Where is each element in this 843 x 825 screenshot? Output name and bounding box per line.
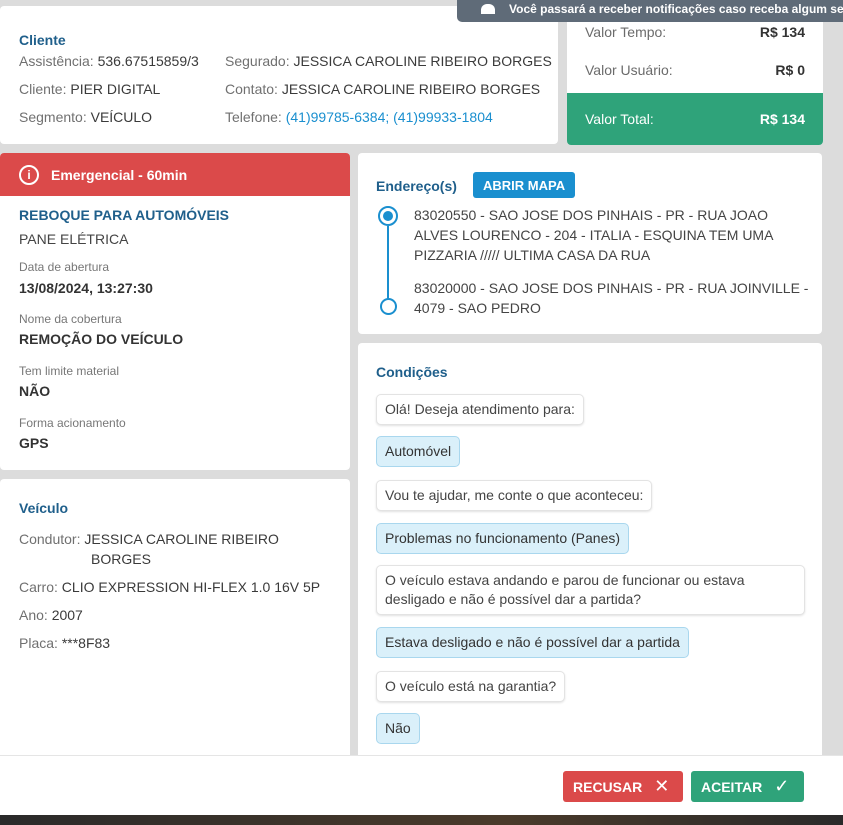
contato-value: JESSICA CAROLINE RIBEIRO BORGES bbox=[281, 81, 541, 97]
cobertura-label: Nome da cobertura bbox=[19, 312, 122, 326]
vehicle-title: Veículo bbox=[19, 500, 69, 516]
telefone-field: Telefone: (41)99785-6384; (41)99933-1804 bbox=[225, 109, 493, 125]
chat-question: O veículo está na garantia? bbox=[376, 671, 566, 702]
destination-address: 83020000 - SAO JOSE DOS PINHAIS - PR - R… bbox=[414, 280, 809, 316]
data-abertura-label: Data de abertura bbox=[19, 260, 110, 274]
limite-value: NÃO bbox=[19, 383, 51, 399]
check-icon: ✓ bbox=[774, 776, 790, 796]
chat-question: Vou te ajudar, me conte o que aconteceu: bbox=[376, 480, 653, 511]
condutor-value: JESSICA CAROLINE RIBEIRO bbox=[84, 531, 279, 547]
limite-label: Tem limite material bbox=[19, 364, 120, 378]
emergency-badge: i Emergencial - 60min bbox=[0, 153, 350, 196]
contato-field: Contato: JESSICA CAROLINE RIBEIRO BORGES bbox=[225, 81, 541, 97]
ano-field: Ano: 2007 bbox=[19, 607, 83, 623]
origin-marker-icon bbox=[378, 206, 398, 226]
service-problem: PANE ELÉTRICA bbox=[19, 231, 129, 247]
open-map-button[interactable]: ABRIR MAPA bbox=[473, 172, 576, 198]
chat-question: Olá! Deseja atendimento para: bbox=[376, 394, 584, 425]
cliente-value: PIER DIGITAL bbox=[70, 81, 161, 97]
placa-field: Placa: ***8F83 bbox=[19, 635, 111, 651]
accept-button[interactable]: ACEITAR ✓ bbox=[691, 771, 804, 802]
origin-address: 83020550 - SAO JOSE DOS PINHAIS - PR - R… bbox=[414, 207, 773, 263]
condutor-field: Condutor: JESSICA CAROLINE RIBEIRO bbox=[19, 531, 279, 547]
telefone-link[interactable]: (41)99785-6384; (41)99933-1804 bbox=[286, 109, 493, 125]
chat-answer: Problemas no funcionamento (Panes) bbox=[376, 523, 630, 554]
cobertura-value: REMOÇÃO DO VEÍCULO bbox=[19, 331, 184, 347]
reject-button[interactable]: RECUSAR ✕ bbox=[563, 771, 683, 802]
chat-answer: Automóvel bbox=[376, 436, 461, 467]
cliente-field: Cliente: PIER DIGITAL bbox=[19, 81, 161, 97]
valor-usuario: R$ 0 bbox=[775, 62, 805, 78]
destination-marker-icon bbox=[380, 298, 397, 315]
address-card: Endereço(s) ABRIR MAPA 83020550 - SAO JO… bbox=[358, 153, 822, 334]
vehicle-card: Veículo Condutor: JESSICA CAROLINE RIBEI… bbox=[0, 479, 350, 759]
valor-tempo: R$ 134 bbox=[759, 24, 805, 40]
data-abertura-value: 13/08/2024, 13:27:30 bbox=[19, 280, 153, 296]
info-icon: i bbox=[19, 164, 39, 185]
valor-total-row: Valor Total: R$ 134 bbox=[567, 93, 823, 145]
valor-total: R$ 134 bbox=[759, 111, 805, 127]
forma-label: Forma acionamento bbox=[19, 416, 126, 430]
action-footer: RECUSAR ✕ ACEITAR ✓ bbox=[0, 755, 843, 815]
valor-tempo-row: Valor Tempo: R$ 134 bbox=[585, 24, 805, 40]
assistencia-field: Assistência: 536.67515859/3 bbox=[19, 53, 199, 69]
forma-value: GPS bbox=[19, 435, 49, 451]
condutor-value-cont: BORGES bbox=[91, 551, 151, 567]
chat-question: O veículo estava andando e parou de func… bbox=[376, 565, 805, 615]
conditions-title: Condições bbox=[376, 364, 448, 380]
client-card: Cliente Assistência: 536.67515859/3 Clie… bbox=[0, 6, 558, 144]
address-title: Endereço(s) bbox=[376, 178, 457, 194]
valor-usuario-row: Valor Usuário: R$ 0 bbox=[585, 62, 805, 78]
conditions-card: Condições Olá! Deseja atendimento para: … bbox=[358, 343, 822, 763]
bell-icon bbox=[481, 4, 495, 14]
close-icon: ✕ bbox=[654, 776, 670, 796]
carro-field: Carro: CLIO EXPRESSION HI-FLEX 1.0 16V 5… bbox=[19, 579, 321, 595]
segmento-value: VEÍCULO bbox=[90, 109, 153, 125]
assistencia-value: 536.67515859/3 bbox=[97, 53, 199, 69]
segmento-field: Segmento: VEÍCULO bbox=[19, 109, 153, 125]
chat-answer: Estava desligado e não é possível dar a … bbox=[376, 627, 689, 658]
carro-value: CLIO EXPRESSION HI-FLEX 1.0 16V 5P bbox=[61, 579, 321, 595]
route-line bbox=[387, 226, 389, 299]
segurado-value: JESSICA CAROLINE RIBEIRO BORGES bbox=[293, 53, 552, 69]
segurado-field: Segurado: JESSICA CAROLINE RIBEIRO BORGE… bbox=[225, 53, 552, 69]
placa-value: ***8F83 bbox=[61, 635, 111, 651]
service-type: REBOQUE PARA AUTOMÓVEIS bbox=[19, 207, 230, 223]
ano-value: 2007 bbox=[51, 607, 83, 623]
chat-answer: Não bbox=[376, 713, 420, 744]
client-title: Cliente bbox=[19, 32, 66, 48]
service-card: i Emergencial - 60min REBOQUE PARA AUTOM… bbox=[0, 153, 350, 470]
background-strip bbox=[0, 815, 843, 825]
notification-toast[interactable]: Você passará a receber notificações caso… bbox=[457, 0, 843, 22]
